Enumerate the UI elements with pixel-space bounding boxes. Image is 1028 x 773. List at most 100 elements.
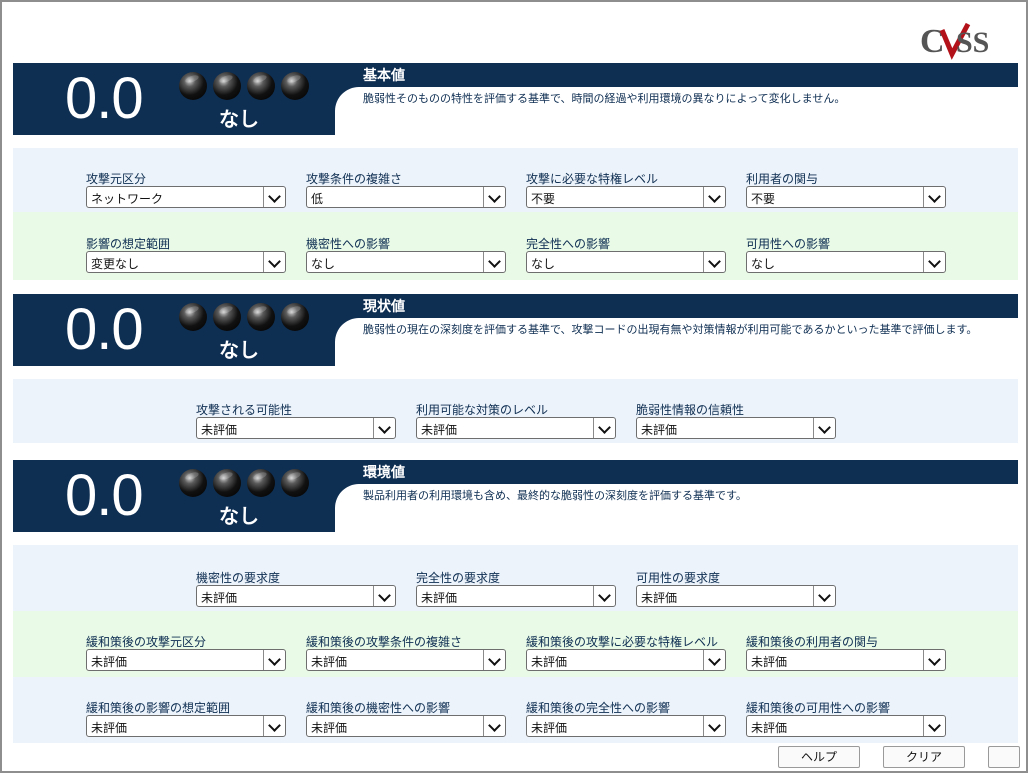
score-panel: 0.0 なし — [13, 460, 335, 532]
rating-dot-icon — [213, 72, 241, 100]
scope-field: 影響の想定範囲 変更なし — [86, 235, 286, 273]
modified-attack-vector-field: 緩和策後の攻撃元区分 未評価 — [86, 633, 286, 671]
rating-dot-icon — [179, 469, 207, 497]
exploit-maturity-select[interactable]: 未評価 — [196, 417, 396, 439]
integrity-impact-field: 完全性への影響 なし — [526, 235, 726, 273]
chevron-down-icon[interactable] — [373, 418, 395, 438]
base-section-title: 基本値 — [363, 68, 405, 84]
cvss-logo: C SS — [920, 22, 989, 60]
svg-text:C: C — [920, 23, 945, 60]
chevron-down-icon[interactable] — [703, 650, 725, 670]
modified-attack-complexity-field: 緩和策後の攻撃条件の複雑さ 未評価 — [306, 633, 506, 671]
confidentiality-requirement-field: 機密性の要求度 未評価 — [196, 569, 396, 607]
modified-attack-vector-select[interactable]: 未評価 — [86, 649, 286, 671]
chevron-down-icon[interactable] — [373, 586, 395, 606]
base-section-description: 脆弱性そのものの特性を評価する基準で、時間の経過や利用環境の異なりによって変化し… — [363, 92, 846, 105]
modified-attack-complexity-select[interactable]: 未評価 — [306, 649, 506, 671]
chevron-down-icon[interactable] — [703, 252, 725, 272]
section-title-bar: 環境値 — [335, 460, 1018, 484]
availability-requirement-select[interactable]: 未評価 — [636, 585, 836, 607]
chevron-down-icon[interactable] — [483, 187, 505, 207]
chevron-down-icon[interactable] — [593, 418, 615, 438]
user-interaction-select[interactable]: 不要 — [746, 186, 946, 208]
rating-dot-icon — [247, 303, 275, 331]
modified-privileges-required-select[interactable]: 未評価 — [526, 649, 726, 671]
attack-vector-field: 攻撃元区分 ネットワーク — [86, 170, 286, 208]
privileges-required-field: 攻撃に必要な特権レベル 不要 — [526, 170, 726, 208]
score-panel: 0.0 なし — [13, 294, 335, 366]
modified-confidentiality-field: 緩和策後の機密性への影響 未評価 — [306, 699, 506, 737]
privileges-required-select[interactable]: 不要 — [526, 186, 726, 208]
rating-dot-icon — [247, 72, 275, 100]
rating-dot-icon — [281, 303, 309, 331]
rating-dot-icon — [281, 72, 309, 100]
rating-dot-icon — [179, 303, 207, 331]
chevron-down-icon[interactable] — [483, 252, 505, 272]
chevron-down-icon[interactable] — [263, 187, 285, 207]
chevron-down-icon[interactable] — [703, 716, 725, 736]
chevron-down-icon[interactable] — [923, 716, 945, 736]
user-interaction-field: 利用者の関与 不要 — [746, 170, 946, 208]
confidentiality-requirement-select[interactable]: 未評価 — [196, 585, 396, 607]
report-confidence-select[interactable]: 未評価 — [636, 417, 836, 439]
rating-dot-icon — [281, 469, 309, 497]
scope-select[interactable]: 変更なし — [86, 251, 286, 273]
environmental-section-description: 製品利用者の利用環境も含め、最終的な脆弱性の深刻度を評価する基準です。 — [363, 489, 747, 502]
chevron-down-icon[interactable] — [483, 716, 505, 736]
modified-availability-select[interactable]: 未評価 — [746, 715, 946, 737]
attack-complexity-select[interactable]: 低 — [306, 186, 506, 208]
integrity-impact-select[interactable]: なし — [526, 251, 726, 273]
cvss-calculator-window: C SS 0.0 なし 基本値 脆弱性そのものの特性を評価する基準で、時間の経過… — [0, 0, 1028, 773]
chevron-down-icon[interactable] — [703, 187, 725, 207]
chevron-down-icon[interactable] — [593, 586, 615, 606]
modified-integrity-field: 緩和策後の完全性への影響 未評価 — [526, 699, 726, 737]
chevron-down-icon[interactable] — [813, 418, 835, 438]
section-title-bar: 基本値 — [335, 63, 1018, 87]
base-score-section: 0.0 なし 基本値 脆弱性そのものの特性を評価する基準で、時間の経過や利用環境… — [13, 63, 1018, 135]
environmental-section-title: 環境値 — [363, 465, 405, 481]
confidentiality-impact-field: 機密性への影響 なし — [306, 235, 506, 273]
base-metrics-row-2: 影響の想定範囲 変更なし 機密性への影響 なし 完全性への影響 なし 可用性への… — [13, 212, 1018, 280]
temporal-score-value: 0.0 — [65, 297, 144, 362]
temporal-severity-label: なし — [219, 338, 259, 362]
attack-complexity-field: 攻撃条件の複雑さ 低 — [306, 170, 506, 208]
rating-dot-icon — [247, 469, 275, 497]
clear-button[interactable]: クリア — [883, 746, 965, 768]
temporal-score-section: 0.0 なし 現状値 脆弱性の現在の深刻度を評価する基準で、攻撃コードの出現有無… — [13, 294, 1018, 366]
availability-requirement-field: 可用性の要求度 未評価 — [636, 569, 836, 607]
temporal-section-title: 現状値 — [363, 299, 405, 315]
chevron-down-icon[interactable] — [923, 187, 945, 207]
confidentiality-impact-select[interactable]: なし — [306, 251, 506, 273]
chevron-down-icon[interactable] — [263, 716, 285, 736]
temporal-section-description: 脆弱性の現在の深刻度を評価する基準で、攻撃コードの出現有無や対策情報が利用可能で… — [363, 323, 978, 336]
rating-dot-icon — [213, 303, 241, 331]
chevron-down-icon[interactable] — [923, 650, 945, 670]
chevron-down-icon[interactable] — [923, 252, 945, 272]
help-button[interactable]: ヘルプ — [778, 746, 860, 768]
chevron-down-icon[interactable] — [813, 586, 835, 606]
modified-integrity-select[interactable]: 未評価 — [526, 715, 726, 737]
section-title-bar: 現状値 — [335, 294, 1018, 318]
rating-dots — [179, 469, 311, 497]
chevron-down-icon[interactable] — [483, 650, 505, 670]
chevron-down-icon[interactable] — [263, 650, 285, 670]
availability-impact-field: 可用性への影響 なし — [746, 235, 946, 273]
report-confidence-field: 脆弱性情報の信頼性 未評価 — [636, 401, 836, 439]
remediation-level-select[interactable]: 未評価 — [416, 417, 616, 439]
score-panel: 0.0 なし — [13, 63, 335, 135]
modified-metrics-row-2: 緩和策後の影響の想定範囲 未評価 緩和策後の機密性への影響 未評価 緩和策後の完… — [13, 677, 1018, 743]
modified-user-interaction-select[interactable]: 未評価 — [746, 649, 946, 671]
rating-dot-icon — [179, 72, 207, 100]
extra-button[interactable] — [988, 746, 1020, 768]
modified-privileges-required-field: 緩和策後の攻撃に必要な特権レベル 未評価 — [526, 633, 726, 671]
environmental-score-section: 0.0 なし 環境値 製品利用者の利用環境も含め、最終的な脆弱性の深刻度を評価す… — [13, 460, 1018, 532]
modified-confidentiality-select[interactable]: 未評価 — [306, 715, 506, 737]
availability-impact-select[interactable]: なし — [746, 251, 946, 273]
attack-vector-select[interactable]: ネットワーク — [86, 186, 286, 208]
modified-scope-select[interactable]: 未評価 — [86, 715, 286, 737]
chevron-down-icon[interactable] — [263, 252, 285, 272]
svg-text:SS: SS — [956, 26, 989, 59]
modified-user-interaction-field: 緩和策後の利用者の関与 未評価 — [746, 633, 946, 671]
integrity-requirement-field: 完全性の要求度 未評価 — [416, 569, 616, 607]
integrity-requirement-select[interactable]: 未評価 — [416, 585, 616, 607]
